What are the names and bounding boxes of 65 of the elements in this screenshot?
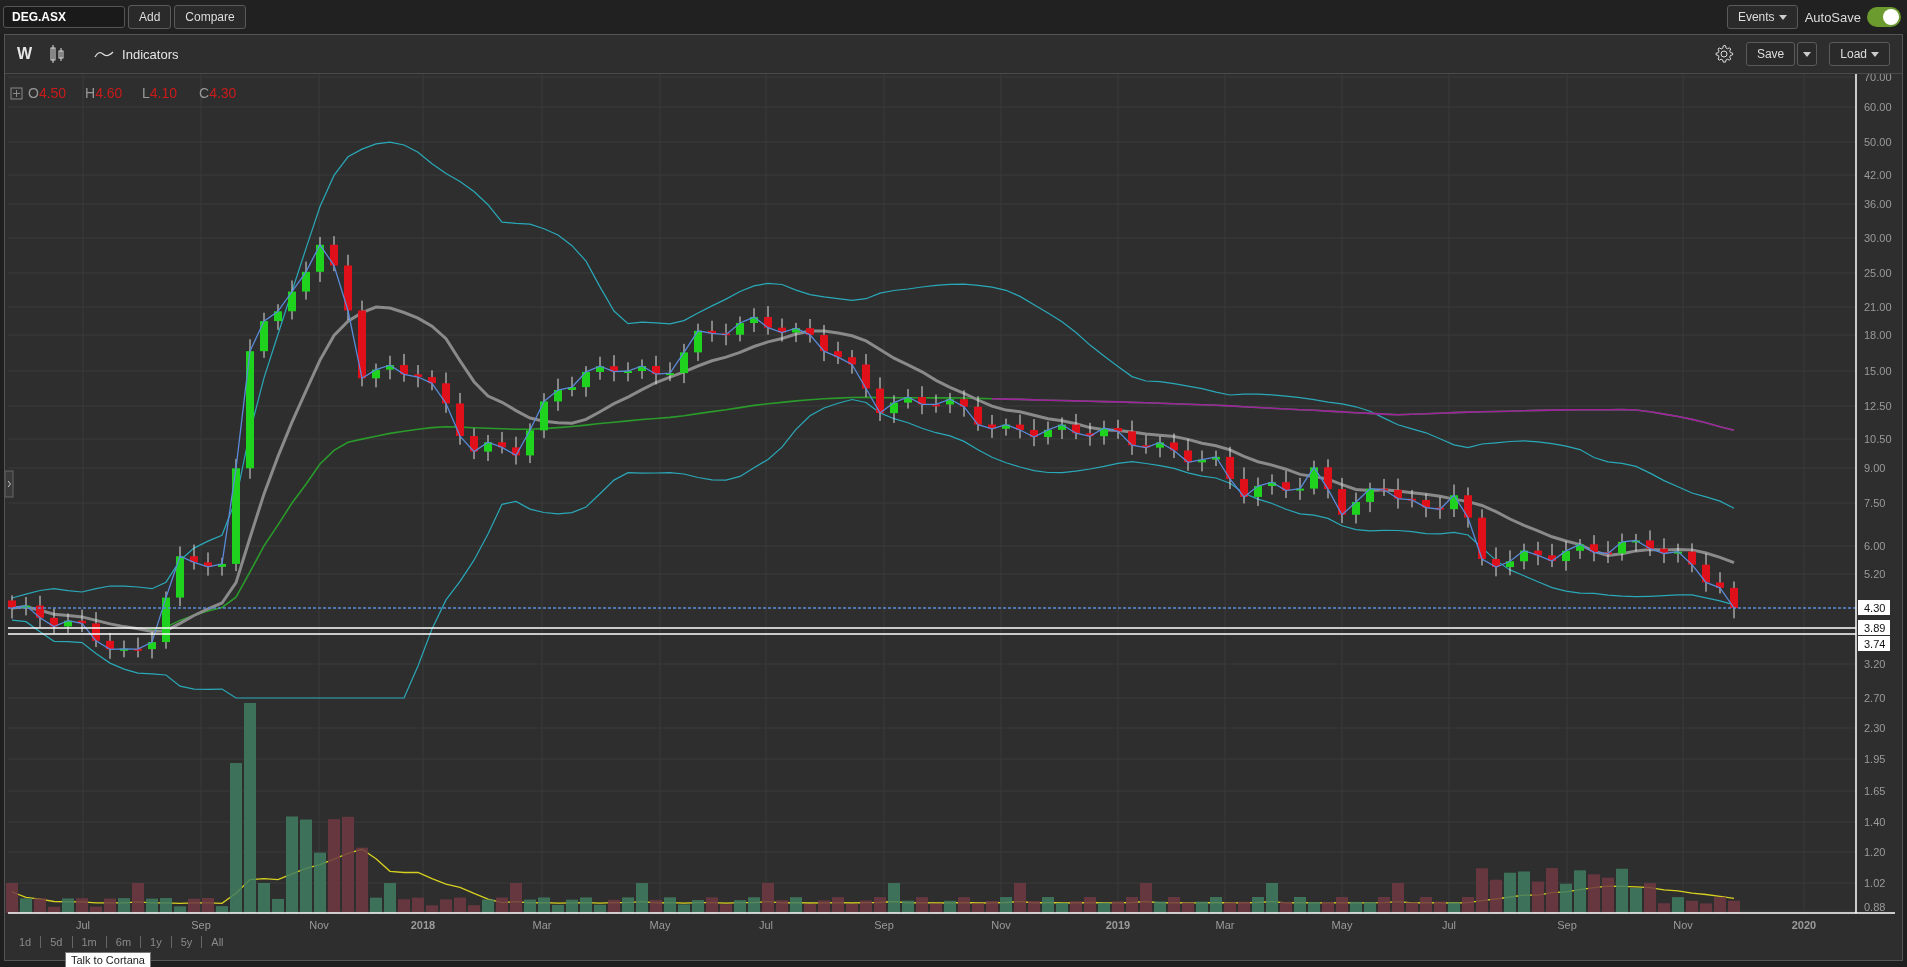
range-button[interactable]: 5d	[50, 936, 63, 948]
axis-label: 12.50	[1864, 400, 1892, 412]
axis-label: 70.00	[1864, 74, 1892, 83]
axis-label: Jul	[1441, 919, 1457, 931]
indicators-button[interactable]: Indicators	[94, 46, 179, 62]
axis-label: 5.20	[1864, 568, 1886, 580]
range-button[interactable]: 1y	[150, 936, 162, 948]
range-button[interactable]: All	[211, 936, 224, 948]
axis-label: 25.00	[1864, 267, 1892, 279]
axis-label: Jul	[75, 919, 91, 931]
axis-label: 2.30	[1864, 722, 1886, 734]
range-button[interactable]: 5y	[180, 936, 193, 948]
axis-label: Mar	[1215, 919, 1235, 931]
axis-label: May	[649, 919, 671, 931]
ohlc-value: H4.60	[85, 85, 123, 101]
axis-label: 2018	[410, 919, 436, 931]
period-button[interactable]: W	[17, 45, 33, 63]
axis-label: 60.00	[1864, 101, 1892, 113]
axis-label: 42.00	[1864, 169, 1892, 181]
axis-label: 3.20	[1864, 658, 1886, 670]
axis-label: 30.00	[1864, 232, 1892, 244]
ohlc-value: O4.50	[28, 85, 67, 101]
range-button[interactable]: 1d	[19, 936, 32, 948]
axis-label: Jul	[758, 919, 774, 931]
axis-label: Nov	[309, 919, 329, 931]
price-marker: 3.74	[1858, 636, 1890, 651]
price-marker: 3.89	[1858, 620, 1890, 635]
axis-label: Nov	[991, 919, 1011, 931]
ohlc-value: L4.10	[142, 85, 178, 101]
symbol-field[interactable]: DEG.ASX	[3, 6, 125, 28]
axis-label: 21.00	[1864, 301, 1892, 313]
axis-label: Sep	[874, 919, 894, 931]
axis-label: 0.88	[1864, 901, 1886, 913]
axis-label: Mar	[532, 919, 552, 931]
axis-label: 2.70	[1864, 692, 1886, 704]
load-dropdown[interactable]: Load	[1829, 42, 1890, 66]
axis-label: 1.20	[1864, 846, 1886, 858]
range-button[interactable]: 1m	[81, 936, 97, 948]
axis-label: 7.50	[1864, 497, 1886, 509]
autosave-label: AutoSave	[1804, 9, 1861, 25]
axis-label: 9.00	[1864, 462, 1886, 474]
axis-label: 6.00	[1864, 540, 1886, 552]
toolbar-button[interactable]: Compare	[174, 5, 246, 29]
axis-label: 2019	[1105, 919, 1131, 931]
axis-label: 18.00	[1864, 329, 1892, 341]
axis-label: 1.65	[1864, 785, 1886, 797]
axis-label: 36.00	[1864, 198, 1892, 210]
axis-label: Nov	[1673, 919, 1693, 931]
range-button[interactable]: 6m	[115, 936, 132, 948]
axis-label: Sep	[191, 919, 211, 931]
axis-label: 2020	[1791, 919, 1817, 931]
axis-label: 1.40	[1864, 816, 1886, 828]
axis-label: May	[1331, 919, 1353, 931]
axis-label: 10.50	[1864, 433, 1892, 445]
axis-label: 1.02	[1864, 877, 1886, 889]
axis-label: 50.00	[1864, 136, 1892, 148]
save-button[interactable]: Save	[1745, 42, 1796, 66]
toolbar-button[interactable]: Add	[128, 5, 172, 29]
price-marker: 4.30	[1858, 600, 1890, 615]
axis-label: Sep	[1557, 919, 1577, 931]
ohlc-value: C4.30	[199, 85, 237, 101]
axis-label: 1.95	[1864, 753, 1886, 765]
tooltip: Talk to Cortana	[65, 952, 151, 967]
axis-label: 15.00	[1864, 365, 1892, 377]
events-dropdown[interactable]: Events	[1726, 5, 1798, 29]
